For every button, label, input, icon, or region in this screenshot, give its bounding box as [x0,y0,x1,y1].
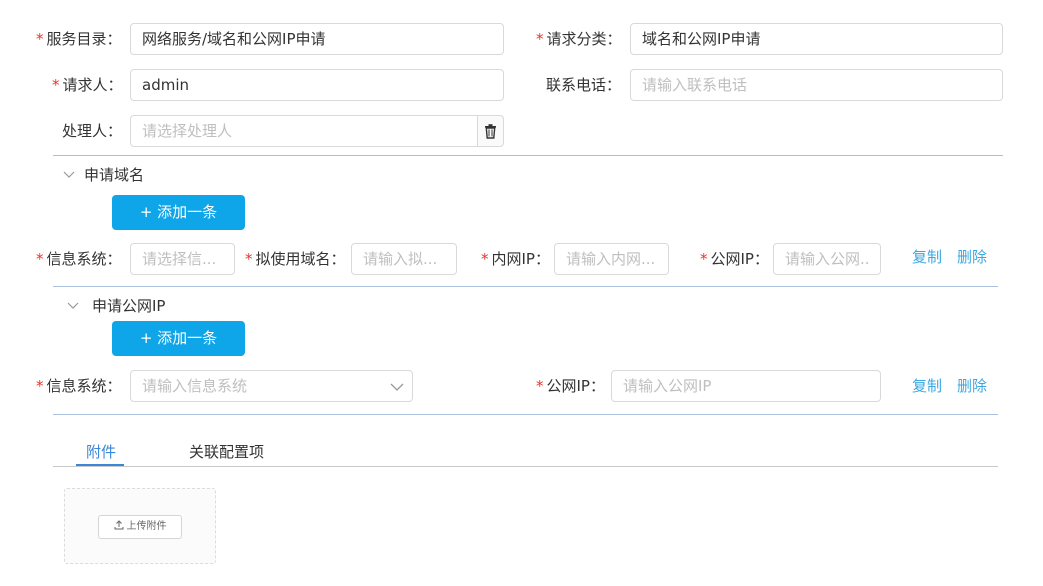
required-mark: * [36,377,44,395]
required-mark: * [536,377,544,395]
ip-section-title[interactable]: 申请公网IP [92,296,165,316]
copy-link[interactable]: 复制 [912,241,942,273]
service-catalog-field[interactable]: 网络服务/域名和公网IP申请 [130,23,504,55]
add-domain-row-button[interactable]: + 添加一条 [112,195,245,230]
divider [53,155,1003,156]
required-mark: * [52,76,60,94]
tab-related-config[interactable]: 关联配置项 [189,442,264,462]
info-system-select[interactable]: 请输入信息系统 [130,370,413,402]
intranet-ip-label: * 内网IP： [481,250,550,268]
requester-field[interactable]: admin [130,69,504,101]
intranet-ip-input[interactable]: 请输入内网... [554,243,669,275]
handler-select[interactable]: 请选择处理人 [130,115,478,147]
divider [53,414,998,415]
phone-input[interactable]: 请输入联系电话 [630,69,1003,101]
requester-label: * 请求人： [52,76,123,94]
domain-label: * 拟使用域名： [245,250,346,268]
divider [53,286,998,287]
public-ip-input[interactable]: 请输入公网.. [773,243,881,275]
tab-attachments[interactable]: 附件 [86,442,116,462]
request-category-label: * 请求分类： [536,30,622,48]
info-system-select[interactable]: 请选择信... [130,243,235,275]
domain-section-title[interactable]: 申请域名 [84,165,144,185]
required-mark: * [700,250,708,268]
upload-icon [114,520,123,530]
upload-area[interactable]: 上传附件 [64,488,216,564]
required-mark: * [481,250,489,268]
info-system-label: * 信息系统： [36,250,122,268]
chevron-down-icon [390,383,404,391]
required-mark: * [536,30,544,48]
add-ip-row-button[interactable]: + 添加一条 [112,321,245,356]
request-category-field[interactable]: 域名和公网IP申请 [630,23,1003,55]
chevron-down-icon[interactable] [67,296,79,323]
delete-link[interactable]: 删除 [957,241,987,273]
domain-input[interactable]: 请输入拟... [351,243,457,275]
required-mark: * [36,30,44,48]
copy-link[interactable]: 复制 [912,370,942,402]
handler-clear-button[interactable] [477,115,504,147]
handler-label: 处理人： [62,122,123,140]
tabs-baseline [53,466,998,467]
upload-button[interactable]: 上传附件 [98,515,182,539]
delete-link[interactable]: 删除 [957,370,987,402]
trash-icon [485,124,496,139]
upload-label: 上传附件 [126,521,167,532]
public-ip-label: * 公网IP： [700,250,769,268]
chevron-down-icon[interactable] [63,165,75,192]
public-ip-label: * 公网IP： [536,377,605,395]
info-system-label: * 信息系统： [36,377,122,395]
service-catalog-label: * 服务目录： [36,30,122,48]
phone-label: 联系电话： [546,76,622,94]
required-mark: * [245,250,253,268]
public-ip-input[interactable]: 请输入公网IP [611,370,881,402]
required-mark: * [36,250,44,268]
